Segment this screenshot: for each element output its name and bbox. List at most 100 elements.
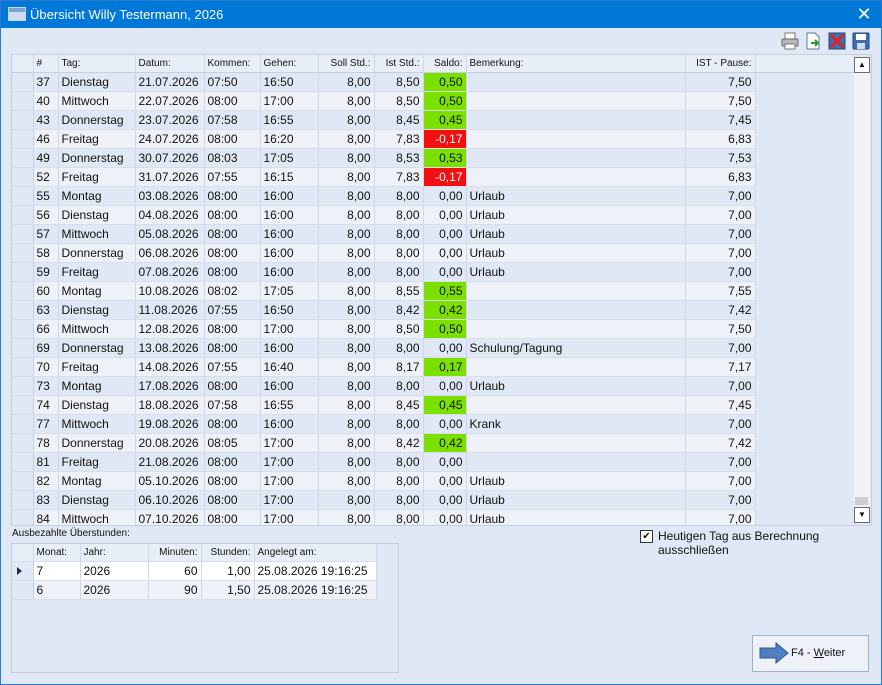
cell-gehen[interactable]: 16:00 xyxy=(260,224,319,244)
table-row[interactable]: 81 Freitag 21.08.2026 08:00 17:00 8,00 8,00 0,0… xyxy=(12,452,855,472)
row-selector[interactable] xyxy=(12,243,34,263)
row-selector[interactable] xyxy=(12,433,34,453)
cell-tag[interactable]: Freitag xyxy=(58,129,136,149)
table-row[interactable]: 52 Freitag 31.07.2026 07:55 16:15 8,00 7,83 -0,… xyxy=(12,167,855,187)
col-header-tag[interactable]: Tag: xyxy=(58,55,136,73)
cell-bemerkung[interactable]: Urlaub xyxy=(466,262,686,282)
cell-tag[interactable]: Freitag xyxy=(58,262,136,282)
table-row[interactable]: 73 Montag 17.08.2026 08:00 16:00 8,00 8,00 0,00… xyxy=(12,376,855,396)
row-selector[interactable] xyxy=(12,205,34,225)
cell-nr[interactable]: 52 xyxy=(33,167,59,187)
cell-saldo[interactable]: 0,17 xyxy=(423,357,467,377)
cell-nr[interactable]: 70 xyxy=(33,357,59,377)
table-row[interactable]: 83 Dienstag 06.10.2026 08:00 17:00 8,00 8,00 0,… xyxy=(12,490,855,510)
cell-nr[interactable]: 58 xyxy=(33,243,59,263)
cell-soll[interactable]: 8,00 xyxy=(318,243,375,263)
cell-datum[interactable]: 03.08.2026 xyxy=(135,186,205,206)
cell-datum[interactable]: 20.08.2026 xyxy=(135,433,205,453)
cell-ist-pause[interactable]: 7,00 xyxy=(685,414,756,434)
cell-nr[interactable]: 49 xyxy=(33,148,59,168)
cell-tag[interactable]: Donnerstag xyxy=(58,338,136,358)
cell-kommen[interactable]: 08:00 xyxy=(204,509,261,525)
cell-gehen[interactable]: 17:00 xyxy=(260,490,319,510)
cell-saldo[interactable]: 0,00 xyxy=(423,186,467,206)
cell-kommen[interactable]: 08:05 xyxy=(204,433,261,453)
cell-nr[interactable]: 56 xyxy=(33,205,59,225)
table-row[interactable]: 69 Donnerstag 13.08.2026 08:00 16:00 8,00 8,00… xyxy=(12,338,855,358)
payout-cell-stunden[interactable]: 1,50 xyxy=(201,580,255,600)
cell-ist-pause[interactable]: 7,42 xyxy=(685,300,756,320)
row-selector[interactable] xyxy=(12,91,34,111)
cell-gehen[interactable]: 17:00 xyxy=(260,509,319,525)
cell-ist[interactable]: 8,55 xyxy=(374,281,424,301)
col-header-soll[interactable]: Soll Std.: xyxy=(318,55,375,73)
payout-col-minuten[interactable]: Minuten: xyxy=(148,544,202,562)
cell-soll[interactable]: 8,00 xyxy=(318,338,375,358)
cell-nr[interactable]: 43 xyxy=(33,110,59,130)
cell-datum[interactable]: 18.08.2026 xyxy=(135,395,205,415)
cell-gehen[interactable]: 17:00 xyxy=(260,433,319,453)
cell-soll[interactable]: 8,00 xyxy=(318,300,375,320)
cell-bemerkung[interactable] xyxy=(466,110,686,130)
cell-ist-pause[interactable]: 7,00 xyxy=(685,452,756,472)
cell-tag[interactable]: Donnerstag xyxy=(58,243,136,263)
cell-tag[interactable]: Mittwoch xyxy=(58,91,136,111)
cell-ist-pause[interactable]: 7,45 xyxy=(685,395,756,415)
cell-tag[interactable]: Montag xyxy=(58,376,136,396)
cell-tag[interactable]: Mittwoch xyxy=(58,509,136,525)
cell-saldo[interactable]: 0,45 xyxy=(423,395,467,415)
save-icon[interactable] xyxy=(851,31,871,51)
cell-soll[interactable]: 8,00 xyxy=(318,281,375,301)
cell-ist-pause[interactable]: 6,83 xyxy=(685,167,756,187)
cell-ist[interactable]: 7,83 xyxy=(374,129,424,149)
payout-row-selector[interactable] xyxy=(12,561,34,581)
cell-saldo[interactable]: 0,00 xyxy=(423,490,467,510)
cell-ist[interactable]: 8,00 xyxy=(374,243,424,263)
cell-gehen[interactable]: 17:00 xyxy=(260,452,319,472)
cell-saldo[interactable]: 0,42 xyxy=(423,433,467,453)
cell-nr[interactable]: 69 xyxy=(33,338,59,358)
cell-ist[interactable]: 8,00 xyxy=(374,262,424,282)
col-header-gehen[interactable]: Gehen: xyxy=(260,55,319,73)
row-selector[interactable] xyxy=(12,129,34,149)
cell-kommen[interactable]: 08:02 xyxy=(204,281,261,301)
payout-row[interactable]: 7 2026 60 1,00 25.08.2026 19:16:25 xyxy=(12,561,377,581)
cell-datum[interactable]: 07.08.2026 xyxy=(135,262,205,282)
cell-kommen[interactable]: 08:00 xyxy=(204,338,261,358)
cell-nr[interactable]: 40 xyxy=(33,91,59,111)
cell-kommen[interactable]: 07:55 xyxy=(204,167,261,187)
table-row[interactable]: 59 Freitag 07.08.2026 08:00 16:00 8,00 8,00 0,0… xyxy=(12,262,855,282)
cell-nr[interactable]: 63 xyxy=(33,300,59,320)
cell-nr[interactable]: 82 xyxy=(33,471,59,491)
row-selector[interactable] xyxy=(12,281,34,301)
scroll-thumb[interactable] xyxy=(855,497,868,505)
cell-bemerkung[interactable]: Urlaub xyxy=(466,186,686,206)
cell-bemerkung[interactable]: Urlaub xyxy=(466,490,686,510)
cell-datum[interactable]: 30.07.2026 xyxy=(135,148,205,168)
row-selector[interactable] xyxy=(12,148,34,168)
cell-datum[interactable]: 22.07.2026 xyxy=(135,91,205,111)
cell-bemerkung[interactable]: Schulung/Tagung xyxy=(466,338,686,358)
payout-row[interactable]: 6 2026 90 1,50 25.08.2026 19:16:25 xyxy=(12,580,377,600)
cell-ist[interactable]: 8,00 xyxy=(374,205,424,225)
cell-ist[interactable]: 8,45 xyxy=(374,395,424,415)
cell-gehen[interactable]: 17:00 xyxy=(260,319,319,339)
cell-ist-pause[interactable]: 7,50 xyxy=(685,91,756,111)
cell-saldo[interactable]: 0,00 xyxy=(423,471,467,491)
cell-tag[interactable]: Mittwoch xyxy=(58,224,136,244)
cell-nr[interactable]: 81 xyxy=(33,452,59,472)
row-selector[interactable] xyxy=(12,376,34,396)
cell-gehen[interactable]: 16:00 xyxy=(260,243,319,263)
cell-ist-pause[interactable]: 7,45 xyxy=(685,110,756,130)
cell-soll[interactable]: 8,00 xyxy=(318,262,375,282)
cell-ist[interactable]: 8,00 xyxy=(374,376,424,396)
cell-nr[interactable]: 46 xyxy=(33,129,59,149)
cell-datum[interactable]: 21.08.2026 xyxy=(135,452,205,472)
cell-nr[interactable]: 83 xyxy=(33,490,59,510)
row-selector[interactable] xyxy=(12,471,34,491)
row-selector[interactable] xyxy=(12,186,34,206)
cell-ist[interactable]: 8,50 xyxy=(374,319,424,339)
row-selector[interactable] xyxy=(12,395,34,415)
close-icon[interactable]: ✕ xyxy=(849,3,879,25)
cell-tag[interactable]: Donnerstag xyxy=(58,148,136,168)
